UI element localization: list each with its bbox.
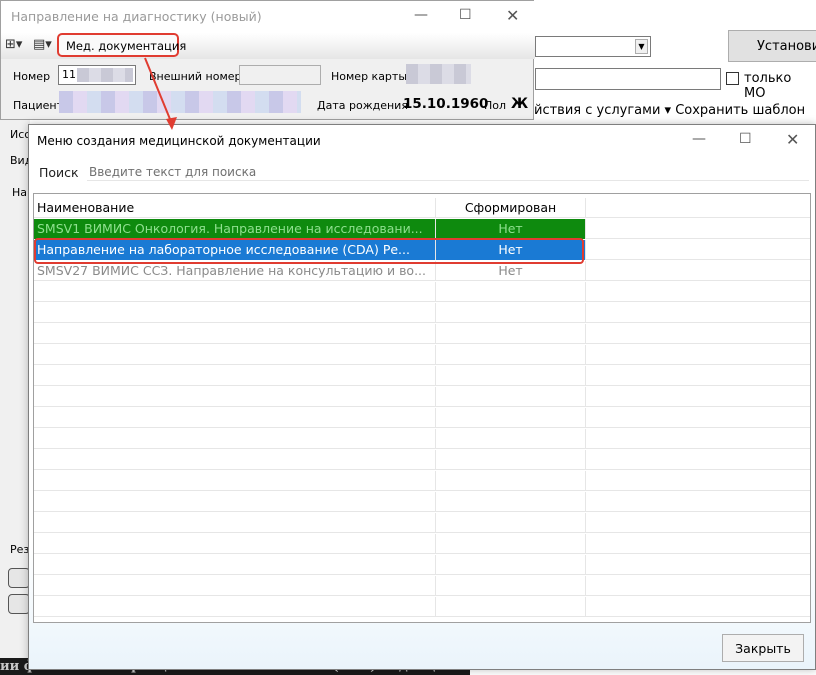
maximize-icon[interactable]: ☐ (459, 7, 472, 23)
number-value: 11 (62, 68, 76, 81)
direction-window: Направление на диагностику (новый) — ☐ ✕… (0, 0, 535, 120)
filter-combobox[interactable]: ▼ (535, 36, 651, 57)
row-name-cell: SMSV1 ВИМИС Онкология. Направление на ис… (34, 219, 436, 239)
dialog-close-icon[interactable]: ✕ (786, 130, 799, 149)
empty-row (34, 513, 810, 533)
empty-row (34, 345, 810, 365)
selected-row-highlight (34, 238, 584, 264)
install-button[interactable]: Установит (728, 30, 816, 62)
minimize-icon[interactable]: — (414, 7, 428, 23)
direction-window-titlebar: Направление на диагностику (новый) — ☐ ✕ (1, 1, 535, 33)
background-button-2[interactable] (8, 594, 30, 614)
search-label: Поиск (39, 165, 79, 180)
row-name-cell: SMSV27 ВИМИС ССЗ. Направление на консуль… (34, 261, 436, 281)
background-button-1[interactable] (8, 568, 30, 588)
filter-input[interactable] (535, 68, 721, 90)
patient-label: Пациент (13, 99, 64, 112)
column-header-name[interactable]: Наименование (34, 198, 436, 218)
grid-header: Наименование Сформирован (34, 198, 810, 218)
external-number-field[interactable] (239, 65, 321, 85)
direction-window-title: Направление на диагностику (новый) (11, 9, 262, 24)
birthdate-label: Дата рождения (317, 99, 408, 112)
empty-row (34, 429, 810, 449)
patient-name-blurred (59, 91, 301, 113)
card-number-value-blurred (406, 64, 471, 84)
table-row[interactable]: SMSV1 ВИМИС Онкология. Направление на ис… (34, 219, 810, 239)
service-actions-toolbar[interactable]: йствия с услугами ▾ Сохранить шаблон (534, 103, 805, 118)
empty-row (34, 597, 810, 617)
empty-row (34, 576, 810, 596)
table-row[interactable]: SMSV27 ВИМИС ССЗ. Направление на консуль… (34, 261, 810, 281)
empty-row (34, 303, 810, 323)
empty-row (34, 471, 810, 491)
empty-row (34, 282, 810, 302)
dialog-maximize-icon[interactable]: ☐ (739, 131, 752, 147)
close-button[interactable]: Закрыть (722, 634, 804, 662)
print-icon[interactable]: ▤▾ (33, 37, 52, 52)
number-field[interactable]: 11 (58, 65, 136, 85)
column-header-formed[interactable]: Сформирован (436, 198, 586, 218)
close-icon[interactable]: ✕ (506, 6, 519, 25)
row-formed-cell: Нет (436, 219, 586, 239)
only-mo-label: только МО (744, 71, 792, 101)
add-document-icon[interactable]: ⊞▾ (5, 37, 22, 52)
dialog-minimize-icon[interactable]: — (692, 131, 706, 147)
dialog-title: Меню создания медицинской документации (37, 134, 321, 148)
empty-row (34, 387, 810, 407)
med-doc-creation-dialog: Меню создания медицинской документации —… (28, 124, 816, 670)
empty-row (34, 555, 810, 575)
chevron-down-icon[interactable]: ▼ (635, 39, 648, 54)
number-blur (77, 68, 133, 82)
card-number-label: Номер карты (331, 70, 408, 83)
empty-row (34, 324, 810, 344)
birthdate-value: 15.10.1960 (403, 96, 489, 112)
search-input[interactable] (87, 163, 809, 181)
empty-row (34, 366, 810, 386)
external-number-label: Внешний номер (149, 70, 242, 83)
number-label: Номер (13, 70, 51, 83)
empty-row (34, 492, 810, 512)
empty-row (34, 408, 810, 428)
sex-label: Пол (484, 99, 507, 112)
sex-value: Ж (511, 96, 529, 112)
empty-row (34, 450, 810, 470)
only-mo-checkbox[interactable] (726, 72, 739, 85)
row-formed-cell: Нет (436, 261, 586, 281)
med-documentation-button[interactable]: Мед. документация (57, 33, 186, 57)
empty-row (34, 534, 810, 554)
